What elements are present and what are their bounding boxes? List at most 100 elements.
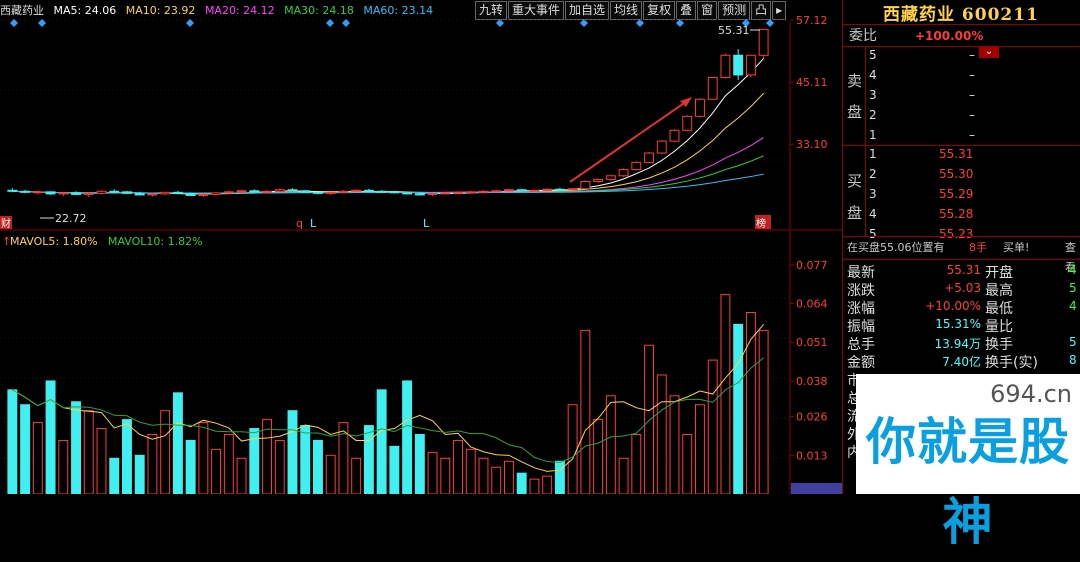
candle-body bbox=[669, 129, 680, 142]
price-tick-label: 45.11 bbox=[796, 76, 828, 89]
volume-bar bbox=[758, 329, 769, 494]
stat-label: 总手 bbox=[847, 337, 875, 353]
volume-bar bbox=[185, 439, 196, 494]
sell-side-label-2: 盘 bbox=[847, 103, 863, 121]
candle-body bbox=[491, 190, 502, 193]
candle-body bbox=[147, 193, 158, 196]
volume-bar bbox=[376, 389, 387, 494]
volume-tick-label: 0.026 bbox=[796, 411, 828, 424]
volume-bar bbox=[567, 404, 578, 494]
volume-bar bbox=[414, 433, 425, 494]
ranking-label: 榜 bbox=[756, 217, 766, 230]
l-marker-2[interactable]: L bbox=[423, 217, 430, 230]
buy-level-number: 2 bbox=[869, 167, 877, 181]
divider bbox=[843, 46, 1080, 47]
volume-bar bbox=[389, 445, 400, 494]
volume-bar bbox=[682, 433, 693, 494]
candle-body bbox=[32, 191, 43, 194]
stat-label-2: 换手 bbox=[985, 337, 1013, 353]
stock-title: 西藏药业 600211 bbox=[883, 5, 1039, 25]
volume-bar bbox=[300, 425, 311, 494]
candle-body bbox=[554, 188, 565, 191]
volume-bar bbox=[656, 374, 667, 494]
volume-bar bbox=[605, 395, 616, 494]
candle-body bbox=[402, 192, 413, 195]
stat-value: 55.31 bbox=[946, 263, 981, 277]
sell-level-number: 5 bbox=[869, 48, 877, 62]
candle-body bbox=[211, 192, 222, 195]
volume-bar bbox=[478, 457, 489, 494]
l-marker-1[interactable]: L bbox=[310, 217, 317, 230]
sell-level-price: – bbox=[969, 88, 975, 102]
price-tick-label: 33.10 bbox=[796, 138, 828, 151]
volume-bar bbox=[172, 392, 183, 494]
candle-body bbox=[733, 54, 744, 76]
stat-label-2: 开盘 bbox=[985, 265, 1013, 281]
ma20-line bbox=[12, 137, 764, 194]
candle-body bbox=[529, 189, 540, 192]
sell-level-price: – bbox=[969, 48, 975, 62]
volume-bar bbox=[223, 433, 234, 494]
high-price-label: 55.31 bbox=[718, 24, 750, 37]
info-line[interactable]: 在买盘55.06位置有 8手 买单! 查看 bbox=[843, 238, 1080, 274]
collapse-button[interactable]: ⌄ bbox=[979, 46, 999, 58]
volume-axis-highlight bbox=[791, 483, 842, 494]
volume-bar bbox=[262, 419, 272, 494]
candle-body bbox=[516, 189, 527, 192]
sell-level-number: 4 bbox=[869, 68, 877, 82]
divider bbox=[843, 259, 1080, 260]
divider bbox=[865, 46, 866, 236]
buy-level-price: 55.30 bbox=[939, 167, 974, 181]
sell-level-price: – bbox=[969, 108, 975, 122]
price-tick-label: 57.12 bbox=[796, 14, 828, 27]
candle-body bbox=[376, 190, 387, 193]
volume-bar bbox=[644, 344, 654, 494]
divider bbox=[843, 236, 1080, 237]
candle-body bbox=[580, 180, 591, 190]
volume-bar bbox=[554, 460, 565, 494]
watermark-slogan: 你就是股神 bbox=[866, 413, 1070, 551]
candle-body bbox=[758, 28, 769, 56]
candle-body bbox=[440, 192, 451, 195]
buy-level-number: 1 bbox=[869, 147, 877, 161]
q-marker[interactable]: q bbox=[296, 217, 303, 230]
candle-body bbox=[427, 192, 438, 195]
volume-bar bbox=[363, 425, 374, 494]
stat-value: 15.31% bbox=[935, 317, 981, 331]
volume-bar bbox=[465, 448, 476, 494]
candle-body bbox=[478, 190, 489, 193]
candle-body bbox=[504, 189, 514, 192]
stat-value: +10.00% bbox=[925, 299, 981, 313]
volume-bar bbox=[83, 410, 94, 494]
volume-bar bbox=[707, 359, 718, 494]
volume-bar bbox=[491, 466, 502, 494]
buy-level-price: 55.31 bbox=[939, 147, 974, 161]
stat-label-2: 最高 bbox=[985, 283, 1013, 299]
volume-bar bbox=[720, 294, 731, 494]
volume-tick-label: 0.064 bbox=[796, 298, 828, 311]
volume-bar bbox=[453, 439, 463, 494]
volume-tick-label: 0.013 bbox=[796, 449, 828, 462]
low-price-label: 22.72 bbox=[55, 212, 87, 225]
candle-body bbox=[236, 190, 247, 193]
sell-level-number: 1 bbox=[869, 128, 877, 142]
volume-bar bbox=[695, 404, 705, 494]
candle-body bbox=[198, 193, 209, 196]
buy-level-number: 3 bbox=[869, 187, 877, 201]
sell-level-price: – bbox=[969, 128, 975, 142]
candle-body bbox=[414, 193, 425, 196]
volume-bar bbox=[198, 422, 209, 494]
volume-bar bbox=[160, 410, 171, 494]
candle-body bbox=[707, 77, 718, 100]
volume-bar bbox=[274, 439, 285, 494]
volume-bar bbox=[20, 404, 31, 494]
kline-chart[interactable]: 55.31 22.72 财 q L L 榜 57.1245.1133.10 ↑ … bbox=[0, 0, 842, 494]
candle-body bbox=[351, 189, 362, 192]
candle-body bbox=[274, 189, 285, 192]
candle-body bbox=[682, 115, 693, 131]
sell-level-price: – bbox=[969, 68, 975, 82]
candle-body bbox=[45, 191, 56, 195]
candle-body bbox=[7, 189, 18, 192]
volume-bar bbox=[32, 422, 43, 494]
volume-tick-label: 0.051 bbox=[796, 336, 828, 349]
